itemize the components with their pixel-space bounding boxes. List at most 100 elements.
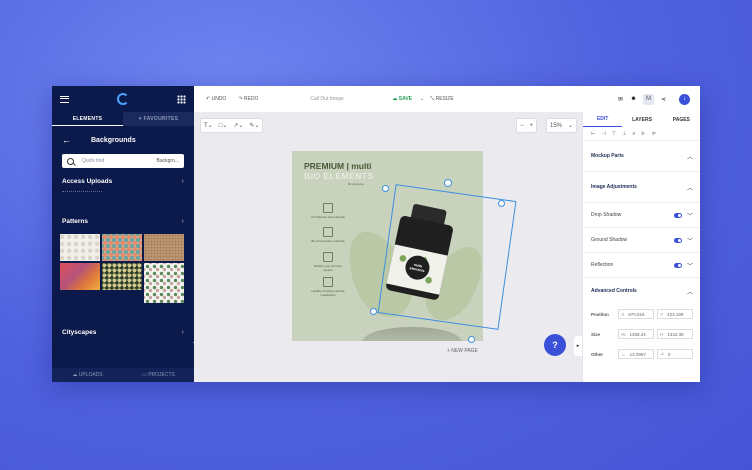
canvas-area: T⌄ □⌄ ↗⌄ ✎⌄ − + 15% ⌄ PREMIUM | multi BIO…	[194, 112, 582, 382]
undo-button[interactable]: ↶ UNDO	[206, 96, 226, 102]
section-advanced-controls[interactable]: Advanced Controls ︿	[583, 278, 700, 304]
tab-favourites[interactable]: ♥ FAVOURITES	[123, 112, 194, 126]
feature-item: Bolster your immune system	[310, 252, 346, 272]
section-title: Image Adjustments	[591, 184, 637, 190]
save-button[interactable]: ☁ SAVE	[392, 96, 412, 102]
section-label: Patterns	[62, 217, 89, 225]
resize-button[interactable]: ⤡ RESIZE	[430, 96, 453, 102]
top-toolbar: ↶ UNDO ↷ REDO Call Out Image ☁ SAVE ⌄ ⤡ …	[194, 86, 700, 113]
pattern-thumb[interactable]	[144, 234, 184, 261]
position-y-field[interactable]: Y 423.199	[657, 309, 693, 319]
pattern-thumb[interactable]	[60, 263, 100, 290]
align-right-icon[interactable]: ⊣	[601, 131, 605, 137]
zoom-in-icon[interactable]: +	[530, 123, 534, 129]
search-field[interactable]: Quick find Backgro...	[62, 154, 184, 168]
resize-handle[interactable]	[498, 200, 505, 207]
tab-elements[interactable]: ELEMENTS	[52, 112, 123, 126]
redo-label: REDO	[243, 96, 259, 102]
download-button[interactable]: ↓	[679, 93, 690, 105]
toggle-switch[interactable]	[673, 262, 682, 268]
share-icon[interactable]: ⋖	[660, 96, 667, 103]
toggle-switch[interactable]	[673, 237, 682, 243]
pattern-thumb[interactable]	[102, 263, 142, 290]
zoom-select[interactable]: 15% ⌄	[546, 118, 578, 133]
search-input[interactable]: Quick find	[82, 158, 104, 164]
user-initial-badge[interactable]: M	[643, 93, 654, 105]
pattern-thumb[interactable]	[144, 263, 184, 303]
mail-icon[interactable]: ✉	[617, 96, 624, 103]
back-arrow-icon[interactable]: ←	[62, 135, 71, 145]
tab-edit[interactable]: EDIT	[583, 112, 623, 127]
apps-grid-icon[interactable]	[177, 94, 186, 104]
save-label: SAVE	[398, 96, 413, 102]
chevron-right-icon: ›	[181, 217, 184, 225]
pen-tool-icon[interactable]: ✎⌄	[249, 122, 259, 129]
projects-button[interactable]: ▭ PROJECTS	[123, 368, 194, 382]
resize-handle[interactable]	[370, 308, 377, 315]
doc-subtitle-small: 60 capsules	[348, 182, 365, 186]
doc-subtitle: BIO ELEMENTS	[304, 171, 374, 181]
collapse-right-panel-button[interactable]: ▸	[574, 336, 582, 356]
toggle-reflection[interactable]: Reflection ﹀	[583, 253, 700, 278]
angle-field[interactable]: ∟ 13.2967	[618, 349, 655, 359]
pattern-thumb[interactable]	[60, 234, 100, 261]
new-page-button[interactable]: + NEW PAGE	[447, 348, 478, 354]
shape-tool-icon[interactable]: □⌄	[219, 122, 228, 129]
prop-label: Position	[591, 311, 609, 317]
skew-field[interactable]: ⊿ 0	[657, 349, 693, 359]
tab-pages[interactable]: PAGES	[662, 112, 700, 127]
section-label: Access Uploads	[62, 177, 113, 185]
text-tool-icon[interactable]: T⌄	[204, 122, 213, 129]
toggle-switch[interactable]	[673, 212, 682, 218]
help-button[interactable]: ?	[544, 334, 566, 356]
chevron-down-icon[interactable]: ﹀	[687, 214, 693, 220]
chevron-down-icon[interactable]: ﹀	[687, 264, 693, 270]
position-x-field[interactable]: X 970.516	[618, 309, 655, 319]
save-dropdown-button[interactable]: ⌄	[420, 96, 424, 102]
section-image-adjustments[interactable]: Image Adjustments ︿	[583, 172, 700, 203]
resize-handle[interactable]	[468, 336, 475, 343]
selection-box[interactable]	[377, 184, 517, 330]
redo-button[interactable]: ↷ REDO	[238, 96, 258, 102]
pattern-thumb[interactable]	[102, 234, 142, 261]
height-field[interactable]: H 1342.36	[657, 329, 693, 339]
app-logo-icon[interactable]	[117, 93, 129, 105]
width-field[interactable]: W 1258.44	[618, 329, 655, 339]
section-access-uploads[interactable]: Access Uploads ›	[52, 174, 194, 188]
align-middle-icon[interactable]: ≡	[632, 131, 635, 137]
document-name-input[interactable]: Call Out Image	[310, 96, 380, 102]
chevron-right-icon: ›	[181, 177, 184, 185]
editor-window: ELEMENTS ♥ FAVOURITES ← Backgrounds Quic…	[52, 86, 700, 382]
download-icon: ↓	[683, 96, 686, 102]
chevron-down-icon[interactable]: ﹀	[687, 239, 693, 245]
position-row: Position X 970.516 Y 423.199	[583, 304, 700, 324]
alignment-toolbar: ⊢ ⊣ ⊤ ⊥ ≡ ⊪ ⊫	[583, 127, 700, 141]
prop-label: Other	[591, 351, 604, 357]
elements-sidebar: ELEMENTS ♥ FAVOURITES ← Backgrounds Quic…	[52, 86, 194, 382]
toggle-drop-shadow[interactable]: Drop Shadow ﹀	[583, 203, 700, 228]
size-row: Size W 1258.44 H 1342.36	[583, 324, 700, 344]
uploads-button[interactable]: ☁ UPLOADS	[52, 368, 123, 382]
chevron-down-icon: ⌄	[568, 123, 574, 129]
section-patterns[interactable]: Patterns ›	[52, 214, 194, 228]
zoom-out-icon[interactable]: −	[520, 123, 524, 129]
align-bottom-icon[interactable]: ⊥	[622, 131, 626, 137]
toggle-ground-shadow[interactable]: Ground Shadow ﹀	[583, 228, 700, 253]
rotate-handle-icon[interactable]	[444, 179, 452, 187]
section-mockup-parts[interactable]: Mockup Parts ︿	[583, 141, 700, 172]
resize-handle[interactable]	[382, 185, 389, 192]
text-tool-group: T⌄ □⌄ ↗⌄ ✎⌄	[200, 118, 264, 133]
prop-label: Size	[591, 331, 601, 337]
align-left-icon[interactable]: ⊢	[591, 131, 595, 137]
distribute-h-icon[interactable]: ⊪	[641, 131, 645, 137]
menu-icon[interactable]	[60, 95, 69, 103]
align-top-icon[interactable]: ⊤	[612, 131, 616, 137]
distribute-v-icon[interactable]: ⊫	[652, 131, 656, 137]
section-cityscapes[interactable]: Cityscapes ›	[52, 325, 194, 339]
search-category-select[interactable]: Backgro...	[156, 158, 179, 164]
user-group-icon[interactable]: ☻	[630, 96, 637, 103]
pattern-thumbnails	[52, 234, 194, 303]
uploads-label: UPLOADS	[78, 372, 103, 378]
arrow-tool-icon[interactable]: ↗⌄	[233, 122, 243, 129]
tab-layers[interactable]: LAYERS	[622, 112, 661, 127]
